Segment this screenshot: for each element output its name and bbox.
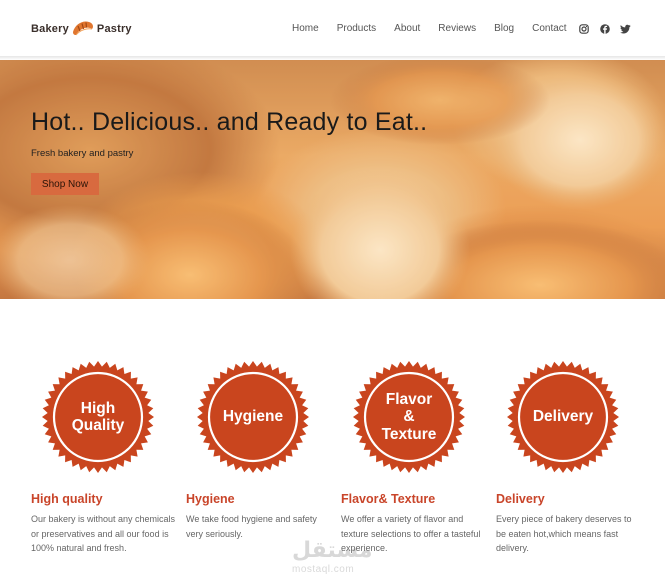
badge-flavor-texture: Flavor & Texture: [353, 361, 465, 473]
shop-now-button[interactable]: Shop Now: [31, 173, 99, 195]
hero-overlay: [0, 60, 665, 299]
hero-title: Hot.. Delicious.. and Ready to Eat..: [31, 108, 428, 136]
feature-desc-delivery: Every piece of bakery deserves to be eat…: [496, 514, 632, 554]
nav-about[interactable]: About: [394, 23, 420, 34]
nav-blog[interactable]: Blog: [494, 23, 514, 34]
croissant-icon: [72, 21, 93, 36]
facebook-icon[interactable]: [598, 22, 611, 35]
brand-logo[interactable]: Bakery Pastry: [31, 18, 132, 40]
instagram-icon[interactable]: [577, 22, 590, 35]
mostaql-watermark: مستقل mostaql.com: [292, 537, 374, 577]
nav-home[interactable]: Home: [292, 23, 319, 34]
watermark-latin: mostaql.com: [292, 564, 355, 575]
badge-delivery: Delivery: [507, 361, 619, 473]
feature-desc-high-quality: Our bakery is without any chemicals or p…: [31, 514, 176, 554]
nav-reviews[interactable]: Reviews: [438, 23, 476, 34]
brand-name-left: Bakery: [31, 23, 69, 35]
badge-label: Flavor & Texture: [381, 391, 437, 443]
watermark-arabic: مستقل: [292, 537, 373, 562]
hero-banner: Hot.. Delicious.. and Ready to Eat.. Fre…: [0, 60, 665, 299]
badge-high-quality: High Quality: [42, 361, 154, 473]
feature-title-flavor-texture: Flavor& Texture: [341, 492, 436, 506]
badge-label: Delivery: [532, 408, 594, 426]
site-header: Bakery Pastry Home Products About Review…: [0, 0, 665, 58]
badge-label: Hygiene: [222, 408, 284, 426]
twitter-icon[interactable]: [619, 22, 632, 35]
nav-contact[interactable]: Contact: [532, 23, 566, 34]
main-nav: Home Products About Reviews Blog Contact: [292, 23, 585, 34]
nav-products[interactable]: Products: [337, 23, 376, 34]
feature-title-high-quality: High quality: [31, 492, 103, 506]
badge-hygiene: Hygiene: [197, 361, 309, 473]
feature-title-delivery: Delivery: [496, 492, 545, 506]
feature-title-hygiene: Hygiene: [186, 492, 235, 506]
brand-name-right: Pastry: [96, 23, 132, 35]
hero-subtitle: Fresh bakery and pastry: [31, 148, 134, 159]
badge-label: High Quality: [71, 399, 125, 434]
social-links: [577, 22, 632, 35]
